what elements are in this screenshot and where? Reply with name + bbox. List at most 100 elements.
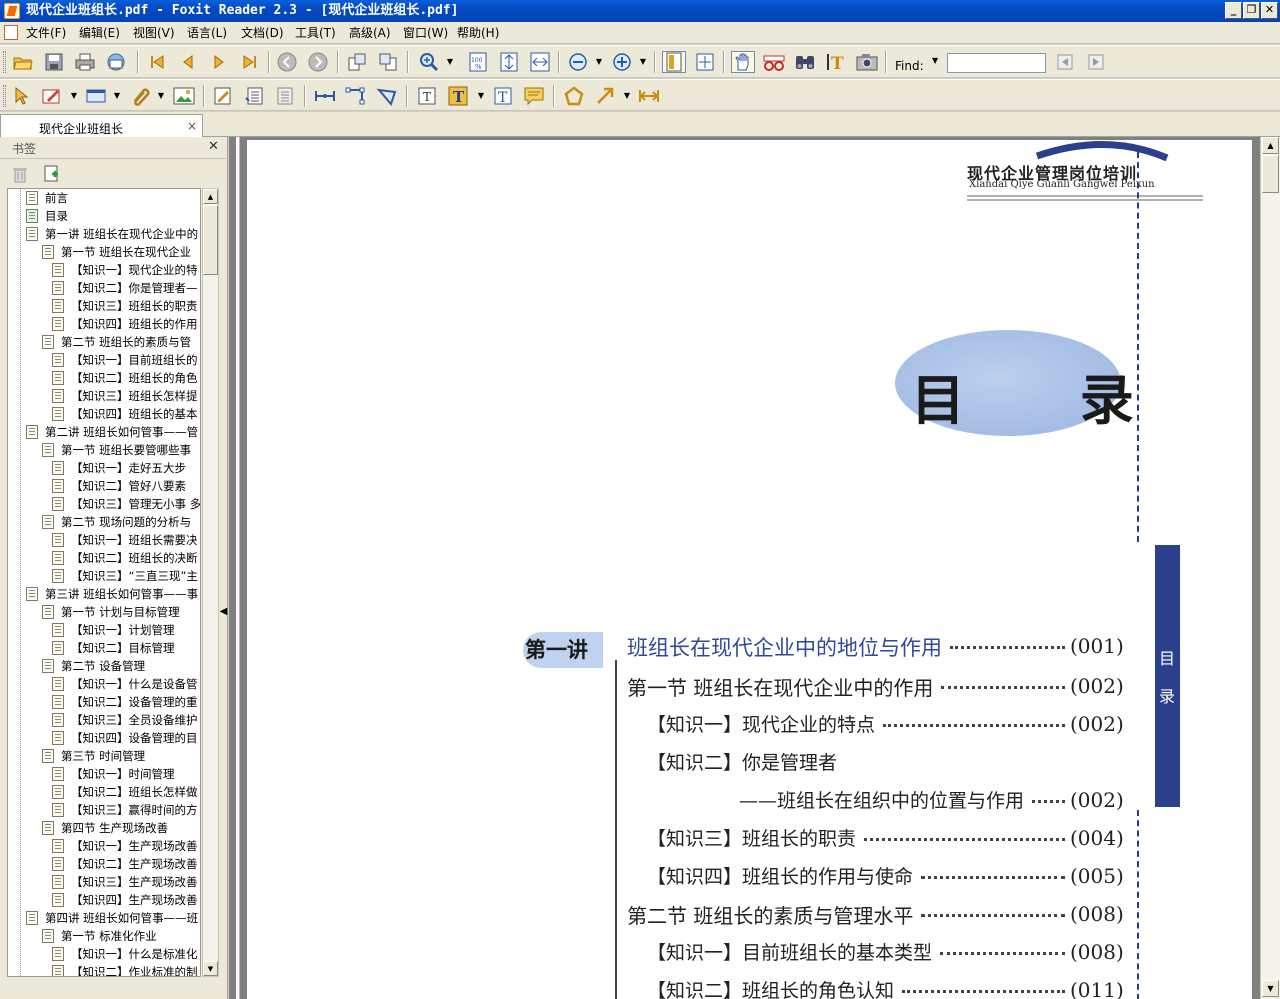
menu-language[interactable]: 语言(L): [187, 26, 227, 40]
document-menu-icon[interactable]: [4, 25, 18, 40]
page-lines-icon[interactable]: [273, 85, 297, 107]
text-tool-icon[interactable]: T: [446, 85, 470, 107]
attachment-icon[interactable]: [128, 85, 152, 107]
pdf-page[interactable]: 现代企业管理岗位培训 Xiandai Qiye Guanli Gangwei P…: [247, 140, 1252, 999]
close-tab-icon[interactable]: ×: [187, 119, 197, 133]
toc-entry[interactable]: 班组长在现代企业中的地位与作用: [627, 632, 942, 662]
zoom-out-icon[interactable]: [566, 51, 590, 73]
toc-entry[interactable]: 【知识一】现代企业的特点: [647, 710, 875, 737]
collapse-panel-arrow[interactable]: ◀: [219, 597, 228, 627]
toc-entry[interactable]: 【知识二】班组长的角色认知: [647, 976, 894, 999]
toc-entry[interactable]: 第一节 班组长在现代企业中的作用: [627, 672, 933, 701]
doc-scroll-thumb[interactable]: [1262, 155, 1279, 193]
go-forward-icon[interactable]: [306, 51, 330, 73]
email-icon[interactable]: [104, 51, 128, 73]
text-box-icon[interactable]: T: [415, 85, 439, 107]
open-icon[interactable]: [11, 51, 35, 73]
comment-bubble-icon[interactable]: [522, 85, 546, 107]
zoom-in-icon[interactable]: [417, 51, 441, 73]
area-tool-icon[interactable]: [375, 85, 399, 107]
toc-entry[interactable]: 【知识三】班组长的职责: [647, 824, 856, 851]
typewriter-icon[interactable]: T: [824, 51, 848, 73]
add-bookmark-icon[interactable]: [43, 165, 61, 183]
arrow-tool-icon[interactable]: [593, 85, 617, 107]
zoom-dropdown-arrow[interactable]: ▼: [446, 51, 454, 73]
bookmarks-scroll-thumb[interactable]: [203, 205, 218, 275]
find-next-icon[interactable]: [1084, 51, 1108, 73]
delete-bookmark-icon[interactable]: [11, 165, 29, 183]
close-window-button[interactable]: ✕: [1261, 2, 1278, 19]
save-icon[interactable]: [42, 51, 66, 73]
menu-tools[interactable]: 工具(T): [295, 26, 336, 40]
toc-entry[interactable]: 【知识一】目前班组长的基本类型: [647, 938, 932, 965]
print-icon[interactable]: [73, 51, 97, 73]
rotate-left-icon[interactable]: [345, 51, 369, 73]
rectangle-dropdown-arrow[interactable]: ▼: [113, 85, 121, 107]
annotation-dropdown-arrow[interactable]: ▼: [70, 85, 78, 107]
separator: [885, 51, 887, 73]
menu-window[interactable]: 窗口(W): [403, 26, 448, 40]
bookmark-page-icon: [42, 605, 54, 619]
toolbar-grip[interactable]: [3, 85, 6, 107]
perimeter-tool-icon[interactable]: [344, 85, 368, 107]
doc-scroll-up-arrow[interactable]: ▲: [1262, 137, 1279, 154]
minimize-button[interactable]: _: [1225, 2, 1242, 19]
text-list-icon[interactable]: [242, 85, 266, 107]
toolbar-grip[interactable]: [3, 51, 6, 73]
zoom-plus-icon[interactable]: [610, 51, 634, 73]
zoom-plus-dropdown-arrow[interactable]: ▼: [639, 51, 647, 73]
continuous-page-icon[interactable]: [693, 51, 717, 73]
rectangle-tool-icon[interactable]: [84, 85, 108, 107]
dimension-tool-icon[interactable]: [637, 85, 661, 107]
document-scrollbar[interactable]: ▲ ▼: [1260, 137, 1280, 999]
rotate-right-icon[interactable]: [376, 51, 400, 73]
doc-scroll-down-arrow[interactable]: ▼: [1262, 980, 1279, 997]
distance-tool-icon[interactable]: [313, 85, 337, 107]
actual-size-icon[interactable]: 100%: [466, 51, 490, 73]
menu-advanced[interactable]: 高级(A): [349, 26, 391, 40]
next-page-icon[interactable]: [207, 51, 231, 73]
find-input[interactable]: [947, 53, 1046, 73]
polygon-tool-icon[interactable]: [562, 85, 586, 107]
bookmark-page-icon: [52, 569, 64, 583]
fit-page-icon[interactable]: [497, 51, 521, 73]
find-options-arrow[interactable]: ▼: [932, 56, 938, 65]
scroll-up-arrow[interactable]: ▲: [203, 189, 218, 204]
select-text-icon[interactable]: [762, 51, 786, 73]
annotation-tool-icon[interactable]: [40, 85, 64, 107]
bookmark-label: 【知识四】班组长的作用: [71, 317, 198, 331]
scroll-down-arrow[interactable]: ▼: [203, 961, 218, 976]
previous-page-icon[interactable]: [176, 51, 200, 73]
attachment-dropdown-arrow[interactable]: ▼: [157, 85, 165, 107]
fit-width-icon[interactable]: [528, 51, 552, 73]
restore-button[interactable]: ❐: [1243, 2, 1260, 19]
toc-entry[interactable]: 【知识二】你是管理者: [647, 748, 837, 775]
binoculars-search-icon[interactable]: [793, 51, 817, 73]
callout-text-icon[interactable]: T: [491, 85, 515, 107]
first-page-icon[interactable]: [145, 51, 169, 73]
find-previous-icon[interactable]: [1053, 51, 1077, 73]
menu-document[interactable]: 文档(D): [241, 26, 284, 40]
select-arrow-icon[interactable]: [9, 85, 33, 107]
menu-edit[interactable]: 编辑(E): [79, 26, 120, 40]
text-tool-dropdown-arrow[interactable]: ▼: [477, 85, 485, 107]
single-page-icon[interactable]: [662, 51, 686, 73]
snapshot-camera-icon[interactable]: [855, 51, 879, 73]
image-tool-icon[interactable]: [172, 85, 196, 107]
arrow-tool-dropdown-arrow[interactable]: ▼: [623, 85, 631, 107]
toc-entry[interactable]: ——班组长在组织中的位置与作用: [739, 786, 1024, 813]
bookmarks-scrollbar[interactable]: ▲ ▼: [202, 188, 219, 977]
toc-entry[interactable]: 【知识四】班组长的作用与使命: [647, 862, 913, 889]
hand-tool-icon[interactable]: [731, 51, 755, 73]
document-tab[interactable]: 现代企业班组长 ×: [0, 114, 203, 138]
menu-help[interactable]: 帮助(H): [457, 26, 499, 40]
document-view[interactable]: 现代企业管理岗位培训 Xiandai Qiye Guanli Gangwei P…: [229, 137, 1260, 999]
zoom-out-dropdown-arrow[interactable]: ▼: [595, 51, 603, 73]
last-page-icon[interactable]: [238, 51, 262, 73]
menu-view[interactable]: 视图(V): [133, 26, 175, 40]
menu-file[interactable]: 文件(F): [26, 26, 66, 40]
close-panel-icon[interactable]: ✕: [208, 139, 219, 154]
go-back-icon[interactable]: [275, 51, 299, 73]
toc-entry[interactable]: 第二节 班组长的素质与管理水平: [627, 900, 913, 929]
note-edit-icon[interactable]: [211, 85, 235, 107]
